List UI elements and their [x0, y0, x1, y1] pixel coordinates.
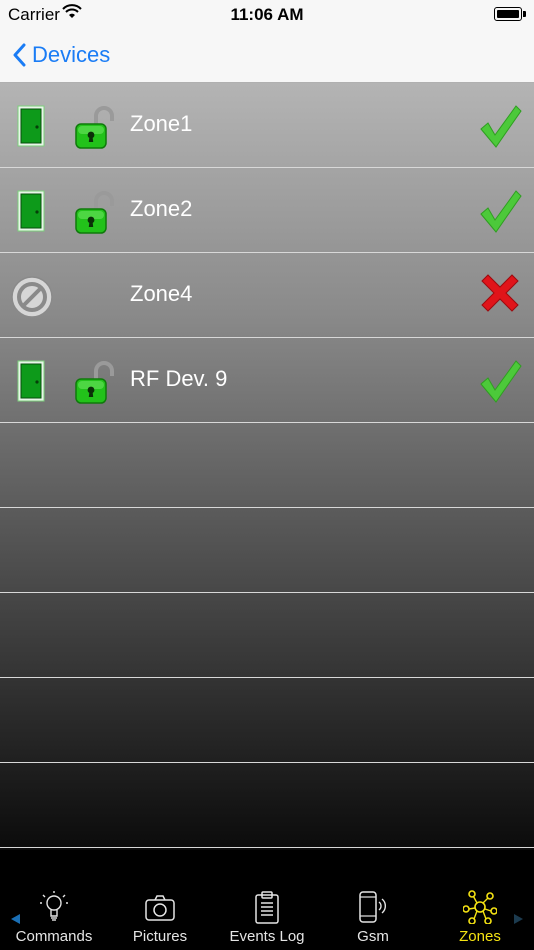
zone-name: Zone2: [130, 196, 193, 221]
status-bar: Carrier 11:06 AM: [0, 0, 534, 28]
unlocked-padlock-icon: [74, 360, 118, 409]
zone-row[interactable]: Zone1: [0, 83, 534, 168]
unlocked-padlock-icon: [74, 190, 118, 239]
back-button-label: Devices: [32, 42, 111, 67]
checkmark-icon: [478, 358, 522, 409]
chevron-left-icon: [13, 43, 26, 67]
cross-icon: [478, 273, 522, 322]
empty-row: [0, 678, 534, 763]
camera-icon: [110, 890, 210, 924]
tab-gsm[interactable]: Gsm: [323, 890, 423, 950]
door-icon: [17, 360, 45, 407]
zone-row[interactable]: Zone4: [0, 253, 534, 338]
clipboard-icon: [217, 890, 317, 924]
tab-label: Commands: [15, 928, 93, 945]
tab-label: Gsm: [357, 928, 389, 945]
zone-row[interactable]: Zone2: [0, 168, 534, 253]
empty-row: [0, 593, 534, 678]
navigation-bar: Devices: [0, 28, 534, 83]
back-button[interactable]: Devices: [12, 38, 110, 72]
zone-name: Zone1: [130, 111, 193, 136]
status-time: 11:06 AM: [230, 5, 304, 24]
door-icon: [17, 190, 45, 237]
tab-label: Events Log: [229, 928, 305, 945]
zone-name: RF Dev. 9: [130, 366, 228, 391]
tab-pictures[interactable]: Pictures: [110, 890, 210, 950]
zone-name: Zone4: [130, 281, 193, 306]
tab-commands[interactable]: Commands: [4, 890, 104, 950]
checkmark-icon: [478, 188, 522, 239]
zones-list: Zone1 Zone2 Zone4 RF Dev. 9: [0, 83, 534, 850]
lightbulb-icon: [4, 890, 104, 924]
blocked-icon: [10, 275, 54, 324]
tab-zones[interactable]: Zones: [430, 890, 530, 950]
tab-label: Zones: [459, 928, 501, 945]
empty-row: [0, 423, 534, 508]
battery-icon: [494, 7, 526, 21]
zone-row[interactable]: RF Dev. 9: [0, 338, 534, 423]
unlocked-padlock-icon: [74, 105, 118, 154]
empty-row: [0, 763, 534, 848]
empty-row: [0, 508, 534, 593]
checkmark-icon: [478, 103, 522, 154]
tab-events-log[interactable]: Events Log: [217, 890, 317, 950]
tab-bar: Commands Pictures Events Log Gsm Zones: [0, 884, 534, 950]
network-icon: [430, 890, 530, 925]
phone-signal-icon: [323, 890, 423, 924]
door-icon: [17, 105, 45, 152]
tab-label: Pictures: [132, 928, 188, 945]
